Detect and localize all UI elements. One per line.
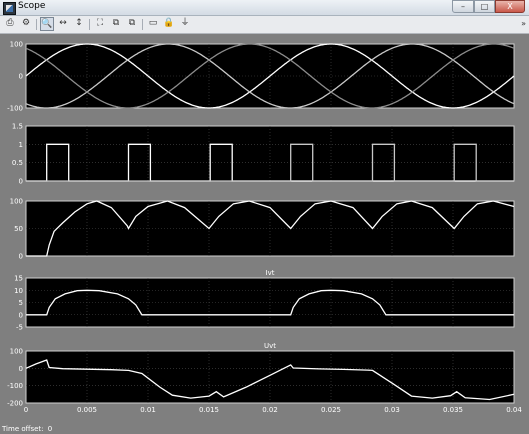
scope-app-icon [3,2,16,15]
y-tick-label: 0 [19,253,23,261]
toolbar: ⎙ ⚙ 🔍 ↔ ↕ ⛶ ⧉ ⧉ ▭ 🔒 ⏚ » [0,16,529,34]
time-offset-label: Time offset: [2,425,44,433]
y-tick-label: -5 [16,324,23,332]
signal-selection-icon[interactable]: ⏚ [178,17,192,31]
zoom-icon[interactable]: 🔍 [40,17,54,31]
scope-axes-5: 100 0 -100 -200 Uvt 0 0.005 0.01 0.015 0.02 0.025 0… [7,342,522,414]
x-tick-label: 0.02 [262,406,278,414]
x-tick-label: 0 [24,406,28,414]
y-tick-label: 1.5 [12,123,23,131]
scope-axes-1: 100 0 -100 [7,41,515,113]
x-tick-label: 0.015 [199,406,219,414]
x-tick-label: 0.03 [384,406,400,414]
zoom-x-icon[interactable]: ↔ [56,17,70,31]
x-tick-label: 0.04 [506,406,522,414]
autoscale-icon[interactable]: ⛶ [93,17,107,31]
time-offset-value: 0 [47,425,53,433]
restore-axes-icon[interactable]: ⧉ [125,17,139,31]
y-tick-label: 0 [19,73,23,81]
toolbar-overflow-icon[interactable]: » [521,19,526,28]
y-tick-label: 10 [14,287,23,295]
y-tick-label: 0.5 [12,159,23,167]
y-tick-label: 0 [19,311,23,319]
toolbar-separator [142,19,143,30]
scope-axes-4: 15 10 5 0 -5 Ivt [14,269,515,332]
scope-plot-area: 100 0 -100 1.5 1 0.5 0 100 50 0 15 10 5 0 -5 Ivt 100 0 -10… [0,34,529,434]
y-tick-label: 100 [10,41,23,49]
axes-background [25,350,515,404]
y-tick-label: 5 [19,299,23,307]
axes-title: Uvt [264,342,276,350]
x-tick-label: 0.01 [140,406,156,414]
y-tick-label: 100 [10,198,23,206]
save-axes-icon[interactable]: ⧉ [109,17,123,31]
y-tick-label: -100 [7,105,23,113]
title-bar: Scope – □ X [0,0,529,16]
zoom-y-icon[interactable]: ↕ [72,17,86,31]
status-bar: Time offset: 0 [0,424,529,434]
scope-axes-container: 1000-1001.510.50100500151050-5Ivt1000-10… [7,41,522,415]
scope-axes-2: 1.5 1 0.5 0 [12,123,515,186]
y-tick-label: 15 [14,275,23,283]
minimize-button[interactable]: – [452,0,474,13]
axes-title: Ivt [266,269,275,277]
x-tick-label: 0.035 [443,406,463,414]
close-button[interactable]: X [495,0,525,13]
y-tick-label: 0 [19,178,23,186]
y-tick-label: -100 [7,382,23,390]
lock-icon[interactable]: 🔒 [162,17,176,31]
print-icon[interactable]: ⎙ [3,17,17,31]
y-tick-label: 1 [19,141,23,149]
y-tick-label: -200 [7,400,23,408]
floating-scope-icon[interactable]: ▭ [146,17,160,31]
x-tick-label: 0.025 [321,406,341,414]
toolbar-separator [36,19,37,30]
maximize-button[interactable]: □ [474,0,495,13]
window-title: Scope [18,1,46,11]
y-tick-label: 0 [19,365,23,373]
toolbar-separator [89,19,90,30]
y-tick-label: 50 [14,225,23,233]
parameters-icon[interactable]: ⚙ [19,17,33,31]
x-tick-label: 0.005 [77,406,97,414]
y-tick-label: 100 [10,348,23,356]
scope-axes-3: 100 50 0 [10,198,515,261]
